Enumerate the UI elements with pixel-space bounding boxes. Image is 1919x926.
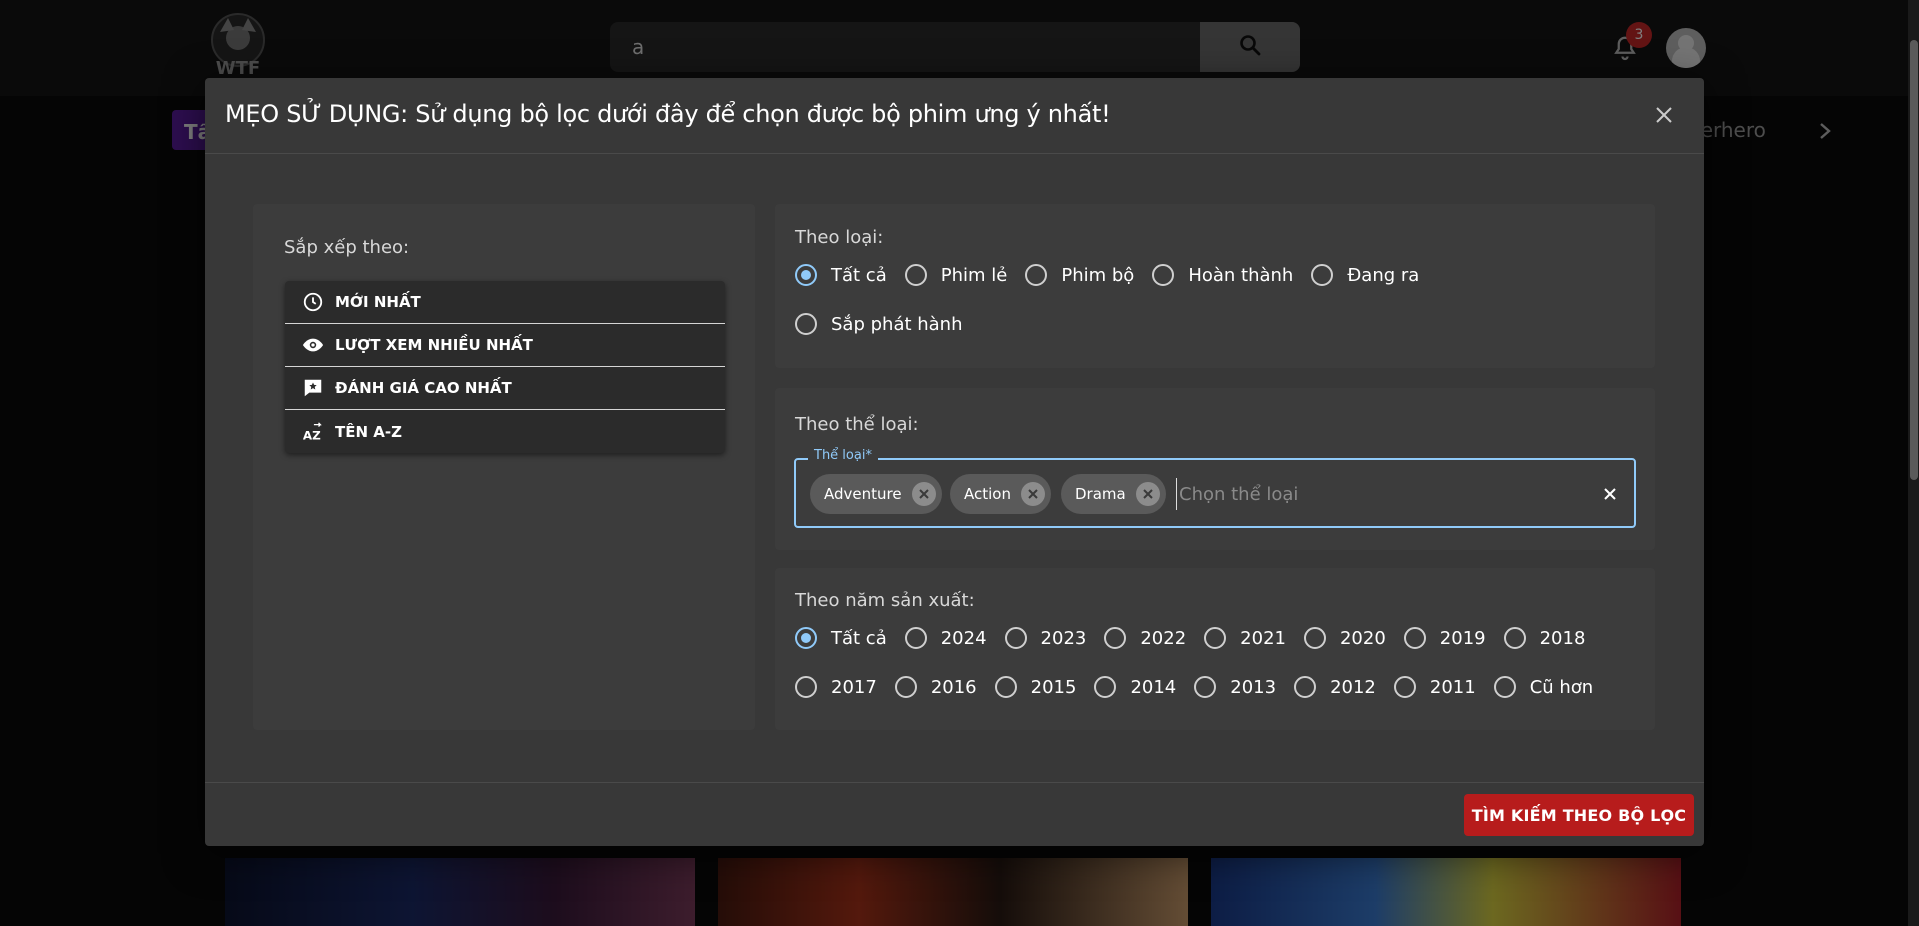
radio-checked-icon[interactable] [795, 264, 817, 286]
year-option-2021[interactable]: 2021 [1204, 627, 1286, 649]
genre-label: Theo thể loại: [795, 414, 919, 435]
year-option-all[interactable]: Tất cả [795, 627, 887, 649]
sort-item-newest[interactable]: MỚI NHẤT [285, 281, 725, 324]
radio-icon[interactable] [795, 313, 817, 335]
dialog-header: MẸO SỬ DỤNG: Sử dụng bộ lọc dưới đây để … [205, 78, 1704, 154]
radio-icon[interactable] [1393, 676, 1416, 698]
chip-label: Action [964, 485, 1011, 503]
year-label: Theo năm sản xuất: [795, 590, 975, 611]
type-option-movie[interactable]: Phim lẻ [904, 264, 1007, 286]
svg-text:Z: Z [312, 428, 321, 442]
genre-search-input[interactable] [1176, 478, 1576, 510]
sort-item-label: ĐÁNH GIÁ CAO NHẤT [335, 379, 512, 397]
radio-icon[interactable] [1403, 627, 1426, 649]
year-option-2017[interactable]: 2017 [795, 676, 877, 698]
year-option-2018[interactable]: 2018 [1503, 627, 1585, 649]
clock-icon [301, 290, 325, 314]
year-option-2024[interactable]: 2024 [904, 627, 987, 649]
genre-field-label: Thể loại* [808, 448, 878, 463]
sort-item-name-az[interactable]: AZ TÊN A-Z [285, 410, 725, 453]
year-option-2020[interactable]: 2020 [1303, 627, 1386, 649]
type-option-completed[interactable]: Hoàn thành [1152, 264, 1293, 286]
radio-icon[interactable] [904, 627, 927, 649]
year-option-2011[interactable]: 2011 [1393, 676, 1476, 698]
clear-icon[interactable] [1598, 482, 1622, 506]
chip-remove-icon[interactable] [1135, 482, 1160, 506]
type-radio-group-row2: Sắp phát hành [795, 310, 981, 338]
year-option-2015[interactable]: 2015 [994, 676, 1076, 698]
year-option-older[interactable]: Cũ hơn [1493, 676, 1593, 698]
year-option-2012[interactable]: 2012 [1294, 676, 1376, 698]
year-option-2014[interactable]: 2014 [1094, 676, 1176, 698]
sort-az-icon: AZ [301, 420, 325, 444]
chip-label: Drama [1075, 485, 1126, 503]
radio-icon[interactable] [904, 264, 927, 286]
radio-icon[interactable] [1294, 676, 1317, 698]
year-radio-group: Tất cả 2024 2023 2022 2021 2020 2019 201… [795, 624, 1603, 652]
sort-list: MỚI NHẤT LƯỢT XEM NHIỀU NHẤT ĐÁNH GIÁ CA… [285, 281, 725, 453]
page-scrollbar-thumb[interactable] [1910, 40, 1918, 480]
sort-label: Sắp xếp theo: [284, 237, 410, 258]
radio-icon[interactable] [1004, 627, 1027, 649]
type-option-upcoming[interactable]: Sắp phát hành [795, 313, 963, 335]
chip-remove-icon[interactable] [911, 482, 936, 506]
rate-review-icon [301, 376, 325, 400]
radio-icon[interactable] [1152, 264, 1175, 286]
year-option-2013[interactable]: 2013 [1194, 676, 1276, 698]
eye-icon [301, 333, 325, 357]
radio-icon[interactable] [1303, 627, 1326, 649]
radio-icon[interactable] [795, 676, 817, 698]
radio-icon[interactable] [1493, 676, 1516, 698]
apply-filter-button[interactable]: TÌM KIẾM THEO BỘ LỌC [1464, 794, 1694, 836]
radio-icon[interactable] [894, 676, 917, 698]
chip-label: Adventure [824, 485, 902, 503]
chip-remove-icon[interactable] [1020, 482, 1045, 506]
radio-icon[interactable] [1094, 676, 1117, 698]
radio-icon[interactable] [1204, 627, 1227, 649]
radio-icon[interactable] [1311, 264, 1334, 286]
radio-icon[interactable] [1503, 627, 1526, 649]
year-option-2016[interactable]: 2016 [894, 676, 977, 698]
type-option-ongoing[interactable]: Đang ra [1311, 264, 1419, 286]
radio-checked-icon[interactable] [795, 627, 817, 649]
radio-icon[interactable] [994, 676, 1017, 698]
radio-icon[interactable] [1194, 676, 1217, 698]
type-radio-group: Tất cả Phim lẻ Phim bộ Hoàn thành Đang r… [795, 261, 1437, 289]
year-option-2023[interactable]: 2023 [1004, 627, 1086, 649]
type-label: Theo loại: [795, 227, 884, 248]
sort-item-label: LƯỢT XEM NHIỀU NHẤT [335, 336, 533, 354]
genre-chip-drama: Drama [1061, 474, 1166, 514]
sort-item-top-rated[interactable]: ĐÁNH GIÁ CAO NHẤT [285, 367, 725, 410]
radio-icon[interactable] [1025, 264, 1048, 286]
sort-item-most-viewed[interactable]: LƯỢT XEM NHIỀU NHẤT [285, 324, 725, 367]
dialog-title: MẸO SỬ DỤNG: Sử dụng bộ lọc dưới đây để … [225, 100, 1111, 128]
sort-item-label: MỚI NHẤT [335, 293, 421, 311]
year-option-2019[interactable]: 2019 [1403, 627, 1486, 649]
year-radio-group-row2: 2017 2016 2015 2014 2013 2012 2011 Cũ hơ… [795, 673, 1611, 701]
type-option-all[interactable]: Tất cả [795, 264, 887, 286]
close-icon[interactable] [1649, 100, 1679, 130]
radio-icon[interactable] [1104, 627, 1127, 649]
sort-item-label: TÊN A-Z [335, 422, 402, 441]
year-option-2022[interactable]: 2022 [1104, 627, 1186, 649]
genre-chip-action: Action [950, 474, 1051, 514]
genre-chip-adventure: Adventure [810, 474, 942, 514]
type-option-series[interactable]: Phim bộ [1025, 264, 1134, 286]
